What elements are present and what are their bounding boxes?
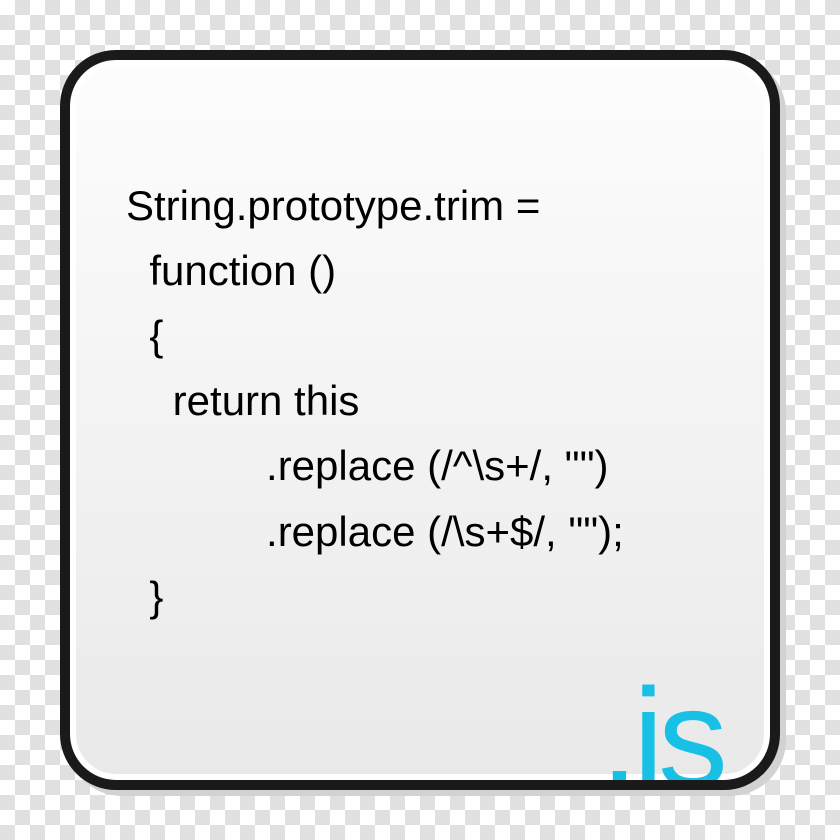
- code-line: }: [126, 573, 163, 620]
- code-line: return this: [126, 377, 359, 424]
- code-block: String.prototype.trim = function () { re…: [126, 108, 722, 694]
- code-line: String.prototype.trim =: [126, 182, 540, 229]
- file-extension-label: .js: [600, 668, 722, 790]
- code-line: {: [126, 312, 163, 359]
- code-line: function (): [126, 247, 336, 294]
- code-line: .replace (/\s+$/, "");: [126, 508, 624, 555]
- code-line: .replace (/^\s+/, ""): [126, 442, 609, 489]
- code-panel: String.prototype.trim = function () { re…: [60, 50, 780, 790]
